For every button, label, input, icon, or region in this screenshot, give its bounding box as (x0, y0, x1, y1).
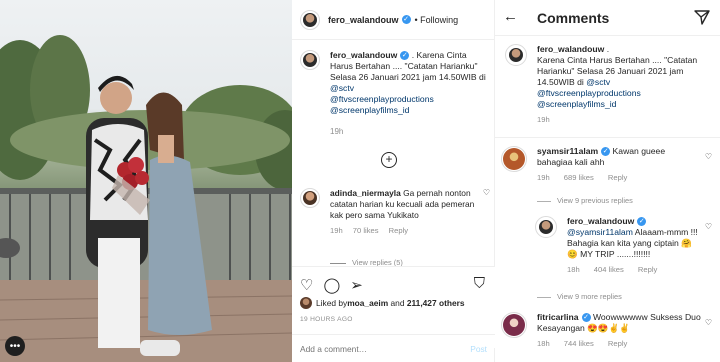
comment-likes[interactable]: 404 likes (594, 265, 624, 274)
caption-item: fero_walandouw . Karena Cinta Harus Bert… (505, 44, 713, 125)
avatar (300, 297, 312, 309)
avatar[interactable] (501, 312, 527, 338)
mention-link[interactable]: @sctv (330, 83, 354, 93)
avatar[interactable] (505, 44, 527, 66)
comment-username[interactable]: fitricarlina (537, 312, 579, 322)
bookmark-icon[interactable]: ⛉ (474, 275, 485, 292)
comment-item: fitricarlina ✓ Woowwwwww Suksess Duo Kesa… (501, 312, 701, 349)
liked-by-count[interactable]: 211,427 others (407, 298, 465, 308)
reply-item: fero_walandouw ✓ @syamsir11alam Alaaam-mm… (535, 216, 700, 275)
mention-link[interactable]: @ftvscreenplayproductions (537, 88, 641, 98)
like-comment-icon[interactable]: ♡ (705, 318, 712, 327)
comment-username[interactable]: syamsir11alam (537, 146, 598, 156)
comment-username[interactable]: fero_walandouw (567, 216, 634, 226)
liked-by-and: and (388, 298, 407, 308)
view-replies-link[interactable]: View 9 previous replies (537, 196, 633, 205)
more-options-icon[interactable]: ••• (5, 336, 25, 356)
add-comment-bar: Post (292, 334, 495, 362)
post-header: fero_walandouw ✓ • Following (292, 0, 495, 40)
avatar[interactable] (300, 188, 320, 208)
comment-time: 18h (567, 265, 580, 274)
following-button[interactable]: • Following (415, 15, 459, 25)
mention-link[interactable]: @ftvscreenplayproductions (330, 94, 434, 104)
caption-username[interactable]: fero_walandouw (537, 44, 604, 54)
post-panel: fero_walandouw ✓ • Following fero_waland… (292, 0, 495, 362)
avatar[interactable] (300, 50, 320, 70)
reply-button[interactable]: Reply (638, 265, 657, 274)
verified-badge-icon: ✓ (581, 313, 591, 323)
comment-icon[interactable]: ◯ (323, 276, 340, 294)
reply-button[interactable]: Reply (608, 173, 627, 182)
liked-by-prefix: Liked by (316, 298, 348, 308)
instagram-post-view: ••• fero_walandouw ✓ • Following fero_wa… (0, 0, 720, 362)
caption-username[interactable]: fero_walandouw (330, 50, 397, 60)
caption-dot: . (604, 44, 610, 54)
comment-time: 19h (330, 226, 343, 235)
heart-icon[interactable]: ♡ (300, 276, 313, 294)
like-comment-icon[interactable]: ♡ (705, 222, 712, 231)
comment-item: syamsir11alam ✓ Kawan gueee bahagiaa kali… (501, 146, 701, 183)
mention-link[interactable]: @screenplayfilms_id (537, 99, 616, 109)
caption-text: Karena Cinta Harus Bertahan .... "Catata… (537, 55, 698, 87)
verified-badge-icon: ✓ (400, 51, 410, 61)
verified-badge-icon: ✓ (601, 147, 611, 157)
reply-button[interactable]: Reply (389, 226, 408, 235)
caption-time: 19h (537, 115, 550, 124)
verified-badge-icon: ✓ (401, 15, 411, 24)
caption-dot: . (409, 50, 415, 60)
view-replies-link[interactable]: View 9 more replies (537, 292, 622, 301)
reply-button[interactable]: Reply (608, 339, 627, 348)
comments-panel: ← Comments fero_walandouw . Karena Cinta… (495, 0, 720, 362)
couple-photo-illustration (0, 35, 292, 362)
comment-likes[interactable]: 70 likes (353, 226, 379, 235)
direct-message-icon[interactable] (694, 9, 710, 25)
comment-likes[interactable]: 689 likes (564, 173, 594, 182)
mention-link[interactable]: @screenplayfilms_id (330, 105, 409, 115)
comments-header: ← Comments (495, 0, 720, 36)
verified-badge-icon: ✓ (637, 217, 647, 227)
comment-input[interactable] (300, 343, 471, 354)
comment-time: 18h (537, 339, 550, 348)
liked-by: Liked by moa_aeim and 211,427 others (300, 297, 465, 309)
comment-time: 19h (537, 173, 550, 182)
avatar[interactable] (501, 146, 527, 172)
share-icon[interactable]: ➢ (350, 276, 363, 294)
comment-username[interactable]: adinda_niermayla (330, 188, 401, 198)
like-comment-icon[interactable]: ♡ (705, 152, 712, 161)
post-caption: fero_walandouw ✓ . Karena Cinta Harus Ber… (300, 50, 490, 137)
avatar[interactable] (300, 9, 320, 30)
post-username[interactable]: fero_walandouw (328, 15, 399, 25)
mention-link[interactable]: @sctv (586, 77, 610, 87)
liked-by-user[interactable]: moa_aeim (347, 298, 388, 308)
comment-item: adinda_niermayla Ga pernah nonton catata… (300, 188, 490, 236)
like-comment-icon[interactable]: ♡ (483, 188, 490, 236)
post-photo[interactable]: ••• (0, 0, 292, 362)
comment-likes[interactable]: 744 likes (564, 339, 594, 348)
page-title: Comments (537, 10, 610, 26)
post-comment-button[interactable]: Post (470, 344, 487, 354)
divider (495, 137, 720, 138)
caption-time: 19h (330, 127, 344, 136)
post-timestamp: 19 HOURS AGO (300, 316, 353, 323)
load-more-comments-icon[interactable]: + (381, 152, 397, 168)
back-arrow-icon[interactable]: ← (503, 8, 518, 25)
mention-link[interactable]: @syamsir11alam (567, 227, 633, 237)
avatar[interactable] (535, 216, 557, 238)
